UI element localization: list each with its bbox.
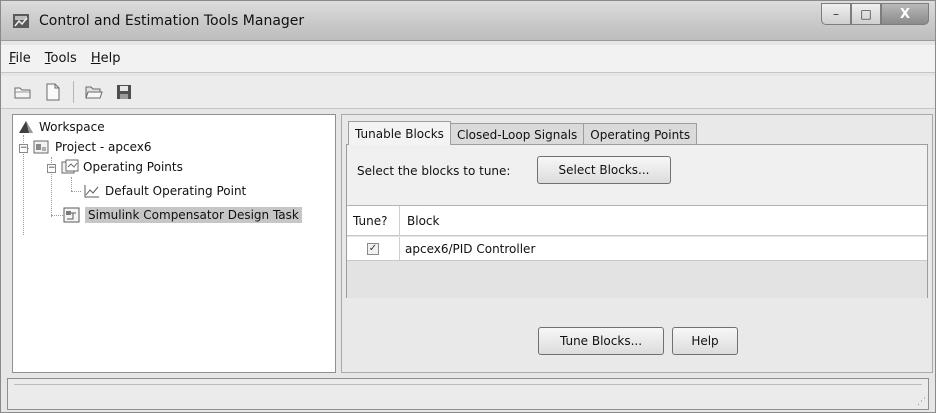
open-project-button[interactable] [11,80,35,104]
tab-tunable-blocks[interactable]: Tunable Blocks [348,121,451,145]
column-header-tune[interactable]: Tune? [353,206,387,235]
open-project-icon [14,87,31,99]
tune-cell: ✓ [367,237,379,260]
workspace-icon [19,121,33,133]
collapse-operating-points-toggle[interactable]: − [47,164,56,173]
menu-file[interactable]: File [9,51,31,66]
tab-operating-points[interactable]: Operating Points [583,123,698,145]
new-document-icon [46,83,60,101]
tab-bar: Tunable Blocks Closed-Loop Signals Opera… [348,121,698,145]
tree-label: Default Operating Point [105,184,247,198]
minimize-icon: – [833,7,839,21]
help-button[interactable]: Help [672,327,738,355]
open-folder-icon [85,86,103,99]
tree-node-workspace[interactable]: Workspace [17,117,105,137]
toolbar [1,76,935,109]
open-button[interactable] [82,80,106,104]
new-button[interactable] [41,80,65,104]
status-divider [14,384,922,388]
minimize-button[interactable]: – [821,3,851,25]
design-task-icon [63,207,80,223]
resize-grip-icon[interactable]: ⋰ [917,397,926,407]
tab-closed-loop-signals[interactable]: Closed-Loop Signals [449,123,585,145]
close-icon: X [899,6,911,22]
workspace-tree[interactable]: Workspace − Project - apcex6 − Operating… [12,114,336,373]
tree-node-operating-points[interactable]: Operating Points [61,157,183,177]
tree-label: Project - apcex6 [55,140,152,154]
matlab-app-icon [13,14,29,28]
tree-connector [71,177,72,191]
maximize-button[interactable]: □ [851,3,881,25]
menu-help[interactable]: Help [91,51,121,66]
save-icon [117,85,131,99]
collapse-project-toggle[interactable]: − [19,144,28,153]
maximize-icon: □ [860,7,872,21]
tree-label: Workspace [39,120,105,134]
tree-connector [71,191,81,192]
column-header-block[interactable]: Block [407,206,439,235]
tree-node-default-operating-point[interactable]: Default Operating Point [83,181,246,201]
status-bar: ⋰ [7,378,929,410]
task-panel: Tunable Blocks Closed-Loop Signals Opera… [341,114,933,373]
operating-points-icon [61,159,79,174]
project-icon [33,140,49,154]
table-row: ✓ apcex6/PID Controller [347,237,927,261]
window-title: Control and Estimation Tools Manager [39,13,305,29]
tree-label: Simulink Compensator Design Task [85,207,302,223]
select-blocks-label: Select the blocks to tune: [357,164,511,178]
block-name-cell[interactable]: apcex6/PID Controller [405,237,535,260]
table-header: Tune? Block [347,206,927,236]
toolbar-separator [73,81,74,103]
save-button[interactable] [112,80,136,104]
operating-point-icon [84,185,99,198]
tune-checkbox[interactable]: ✓ [367,242,379,255]
tunable-blocks-pane: Select the blocks to tune: Select Blocks… [346,144,928,298]
menu-tools[interactable]: Tools [45,51,77,66]
close-button[interactable]: X [881,3,929,25]
tree-node-project[interactable]: Project - apcex6 [33,137,152,157]
tune-blocks-button[interactable]: Tune Blocks... [538,327,664,355]
tree-label: Operating Points [83,160,183,174]
window-controls: – □ X [821,3,929,27]
title-bar[interactable]: Control and Estimation Tools Manager – □… [1,1,935,41]
tunable-blocks-table: Tune? Block ✓ apcex6/PID Controller [347,205,927,298]
tree-node-compensator-task[interactable]: Simulink Compensator Design Task [63,205,302,225]
app-window: Control and Estimation Tools Manager – □… [0,0,936,413]
select-blocks-button[interactable]: Select Blocks... [537,156,671,184]
column-divider [399,237,400,260]
column-divider [399,206,400,235]
menu-bar: File Tools Help [1,45,935,73]
